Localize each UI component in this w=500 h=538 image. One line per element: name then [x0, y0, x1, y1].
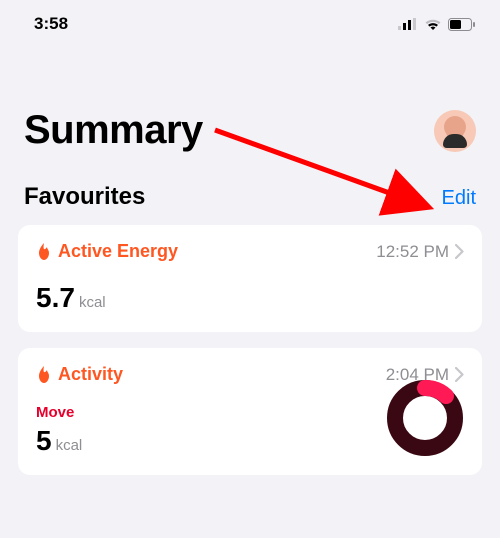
- metric-name-activity: Activity: [36, 364, 123, 385]
- favourites-header: Favourites Edit: [0, 153, 500, 225]
- status-time: 3:58: [34, 14, 68, 34]
- metric-value: 5.7: [36, 282, 75, 314]
- cellular-icon: [398, 18, 418, 30]
- flame-icon: [36, 243, 52, 261]
- status-icons: [398, 18, 476, 31]
- metric-value: 5: [36, 425, 52, 457]
- metric-label: Activity: [58, 364, 123, 385]
- edit-button[interactable]: Edit: [442, 187, 476, 210]
- metric-label: Active Energy: [58, 241, 178, 262]
- page-title: Summary: [24, 108, 203, 153]
- metric-name-active-energy: Active Energy: [36, 241, 178, 262]
- avatar[interactable]: [434, 110, 476, 152]
- move-label: Move: [36, 404, 82, 421]
- favourites-title: Favourites: [24, 183, 145, 211]
- metric-unit: kcal: [79, 294, 106, 311]
- header: Summary: [0, 48, 500, 153]
- metric-unit: kcal: [56, 437, 83, 454]
- card-active-energy[interactable]: Active Energy 12:52 PM 5.7 kcal: [18, 225, 482, 332]
- timestamp: 12:52 PM: [376, 242, 464, 262]
- wifi-icon: [424, 18, 442, 31]
- timestamp-text: 12:52 PM: [376, 242, 449, 262]
- card-activity[interactable]: Activity 2:04 PM Move 5 kcal: [18, 348, 482, 475]
- status-bar: 3:58: [0, 0, 500, 48]
- flame-icon: [36, 366, 52, 384]
- battery-icon: [448, 18, 476, 31]
- activity-ring-icon: [386, 379, 464, 457]
- chevron-right-icon: [455, 244, 464, 259]
